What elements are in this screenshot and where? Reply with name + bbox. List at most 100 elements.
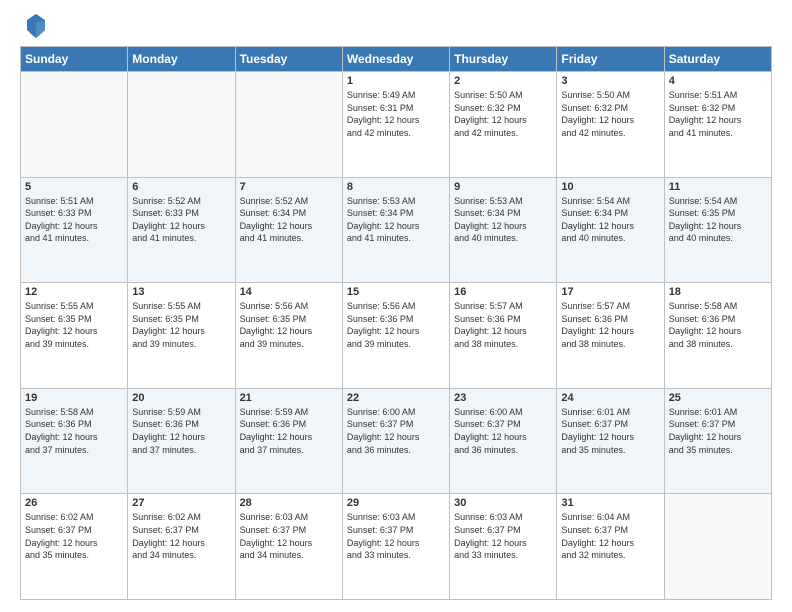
calendar-cell: 16 Sunrise: 5:57 AM Sunset: 6:36 PM Dayli… xyxy=(450,283,557,389)
day-info: Sunrise: 5:59 AM Sunset: 6:36 PM Dayligh… xyxy=(240,406,338,456)
day-number: 20 xyxy=(132,392,230,404)
day-info: Sunrise: 5:57 AM Sunset: 6:36 PM Dayligh… xyxy=(561,300,659,350)
day-info: Sunrise: 5:55 AM Sunset: 6:35 PM Dayligh… xyxy=(132,300,230,350)
day-info: Sunrise: 5:50 AM Sunset: 6:32 PM Dayligh… xyxy=(561,89,659,139)
day-info: Sunrise: 6:02 AM Sunset: 6:37 PM Dayligh… xyxy=(132,511,230,561)
day-info: Sunrise: 5:53 AM Sunset: 6:34 PM Dayligh… xyxy=(347,195,445,245)
day-info: Sunrise: 5:49 AM Sunset: 6:31 PM Dayligh… xyxy=(347,89,445,139)
day-number: 14 xyxy=(240,286,338,298)
calendar-week-4: 19Sunrise: 5:58 AM Sunset: 6:36 PM Dayli… xyxy=(21,388,772,494)
day-info: Sunrise: 6:04 AM Sunset: 6:37 PM Dayligh… xyxy=(561,511,659,561)
day-info: Sunrise: 5:56 AM Sunset: 6:35 PM Dayligh… xyxy=(240,300,338,350)
day-number: 4 xyxy=(669,75,767,87)
calendar-cell: 31 Sunrise: 6:04 AM Sunset: 6:37 PM Dayli… xyxy=(557,494,664,600)
calendar-cell: 11 Sunrise: 5:54 AM Sunset: 6:35 PM Dayli… xyxy=(664,177,771,283)
day-info: Sunrise: 6:02 AM Sunset: 6:37 PM Dayligh… xyxy=(25,511,123,561)
day-number: 24 xyxy=(561,392,659,404)
day-number: 30 xyxy=(454,497,552,509)
day-number: 23 xyxy=(454,392,552,404)
calendar-week-3: 12 Sunrise: 5:55 AM Sunset: 6:35 PM Dayli… xyxy=(21,283,772,389)
calendar-cell: 6 Sunrise: 5:52 AM Sunset: 6:33 PM Daylig… xyxy=(128,177,235,283)
calendar-cell: 17 Sunrise: 5:57 AM Sunset: 6:36 PM Dayli… xyxy=(557,283,664,389)
calendar-cell: 27Sunrise: 6:02 AM Sunset: 6:37 PM Dayli… xyxy=(128,494,235,600)
day-number: 16 xyxy=(454,286,552,298)
day-number: 28 xyxy=(240,497,338,509)
calendar-week-2: 5 Sunrise: 5:51 AM Sunset: 6:33 PM Daylig… xyxy=(21,177,772,283)
calendar-cell: 7Sunrise: 5:52 AM Sunset: 6:34 PM Daylig… xyxy=(235,177,342,283)
day-number: 31 xyxy=(561,497,659,509)
calendar-header-wednesday: Wednesday xyxy=(342,47,449,72)
calendar-cell: 23 Sunrise: 6:00 AM Sunset: 6:37 PM Dayli… xyxy=(450,388,557,494)
day-number: 18 xyxy=(669,286,767,298)
day-info: Sunrise: 6:03 AM Sunset: 6:37 PM Dayligh… xyxy=(347,511,445,561)
day-info: Sunrise: 5:52 AM Sunset: 6:34 PM Dayligh… xyxy=(240,195,338,245)
day-info: Sunrise: 6:00 AM Sunset: 6:37 PM Dayligh… xyxy=(347,406,445,456)
calendar-cell: 19Sunrise: 5:58 AM Sunset: 6:36 PM Dayli… xyxy=(21,388,128,494)
day-info: Sunrise: 5:53 AM Sunset: 6:34 PM Dayligh… xyxy=(454,195,552,245)
logo xyxy=(20,16,47,38)
calendar-cell: 8Sunrise: 5:53 AM Sunset: 6:34 PM Daylig… xyxy=(342,177,449,283)
day-info: Sunrise: 5:52 AM Sunset: 6:33 PM Dayligh… xyxy=(132,195,230,245)
day-info: Sunrise: 6:03 AM Sunset: 6:37 PM Dayligh… xyxy=(240,511,338,561)
calendar-cell: 15 Sunrise: 5:56 AM Sunset: 6:36 PM Dayli… xyxy=(342,283,449,389)
calendar-header-monday: Monday xyxy=(128,47,235,72)
calendar-cell: 5 Sunrise: 5:51 AM Sunset: 6:33 PM Daylig… xyxy=(21,177,128,283)
day-number: 26 xyxy=(25,497,123,509)
day-number: 10 xyxy=(561,181,659,193)
day-number: 15 xyxy=(347,286,445,298)
calendar-cell: 24 Sunrise: 6:01 AM Sunset: 6:37 PM Dayli… xyxy=(557,388,664,494)
day-info: Sunrise: 5:54 AM Sunset: 6:35 PM Dayligh… xyxy=(669,195,767,245)
calendar-cell: 1 Sunrise: 5:49 AM Sunset: 6:31 PM Daylig… xyxy=(342,72,449,178)
day-info: Sunrise: 6:01 AM Sunset: 6:37 PM Dayligh… xyxy=(669,406,767,456)
day-number: 13 xyxy=(132,286,230,298)
calendar-cell xyxy=(128,72,235,178)
day-number: 29 xyxy=(347,497,445,509)
day-number: 3 xyxy=(561,75,659,87)
calendar-cell: 3 Sunrise: 5:50 AM Sunset: 6:32 PM Daylig… xyxy=(557,72,664,178)
calendar-cell: 28 Sunrise: 6:03 AM Sunset: 6:37 PM Dayli… xyxy=(235,494,342,600)
calendar-cell: 25Sunrise: 6:01 AM Sunset: 6:37 PM Dayli… xyxy=(664,388,771,494)
day-info: Sunrise: 5:51 AM Sunset: 6:33 PM Dayligh… xyxy=(25,195,123,245)
calendar-cell: 21Sunrise: 5:59 AM Sunset: 6:36 PM Dayli… xyxy=(235,388,342,494)
calendar-cell: 22Sunrise: 6:00 AM Sunset: 6:37 PM Dayli… xyxy=(342,388,449,494)
day-info: Sunrise: 5:58 AM Sunset: 6:36 PM Dayligh… xyxy=(669,300,767,350)
day-number: 12 xyxy=(25,286,123,298)
calendar-cell: 14 Sunrise: 5:56 AM Sunset: 6:35 PM Dayli… xyxy=(235,283,342,389)
day-number: 6 xyxy=(132,181,230,193)
calendar-header-sunday: Sunday xyxy=(21,47,128,72)
day-number: 11 xyxy=(669,181,767,193)
calendar-cell: 10Sunrise: 5:54 AM Sunset: 6:34 PM Dayli… xyxy=(557,177,664,283)
day-info: Sunrise: 6:00 AM Sunset: 6:37 PM Dayligh… xyxy=(454,406,552,456)
calendar-cell: 9Sunrise: 5:53 AM Sunset: 6:34 PM Daylig… xyxy=(450,177,557,283)
day-info: Sunrise: 5:50 AM Sunset: 6:32 PM Dayligh… xyxy=(454,89,552,139)
calendar-header-row: SundayMondayTuesdayWednesdayThursdayFrid… xyxy=(21,47,772,72)
header xyxy=(20,16,772,38)
day-info: Sunrise: 6:01 AM Sunset: 6:37 PM Dayligh… xyxy=(561,406,659,456)
day-info: Sunrise: 5:59 AM Sunset: 6:36 PM Dayligh… xyxy=(132,406,230,456)
logo-icon xyxy=(25,12,47,38)
calendar-cell xyxy=(664,494,771,600)
day-number: 17 xyxy=(561,286,659,298)
calendar-cell: 30Sunrise: 6:03 AM Sunset: 6:37 PM Dayli… xyxy=(450,494,557,600)
calendar-cell: 4Sunrise: 5:51 AM Sunset: 6:32 PM Daylig… xyxy=(664,72,771,178)
calendar-cell xyxy=(21,72,128,178)
calendar-cell: 20 Sunrise: 5:59 AM Sunset: 6:36 PM Dayli… xyxy=(128,388,235,494)
day-info: Sunrise: 5:56 AM Sunset: 6:36 PM Dayligh… xyxy=(347,300,445,350)
calendar-cell: 2 Sunrise: 5:50 AM Sunset: 6:32 PM Daylig… xyxy=(450,72,557,178)
calendar-cell: 26 Sunrise: 6:02 AM Sunset: 6:37 PM Dayli… xyxy=(21,494,128,600)
calendar-week-5: 26 Sunrise: 6:02 AM Sunset: 6:37 PM Dayli… xyxy=(21,494,772,600)
calendar-header-tuesday: Tuesday xyxy=(235,47,342,72)
day-info: Sunrise: 5:58 AM Sunset: 6:36 PM Dayligh… xyxy=(25,406,123,456)
calendar-table: SundayMondayTuesdayWednesdayThursdayFrid… xyxy=(20,46,772,600)
day-number: 1 xyxy=(347,75,445,87)
calendar-cell: 29 Sunrise: 6:03 AM Sunset: 6:37 PM Dayli… xyxy=(342,494,449,600)
day-info: Sunrise: 5:55 AM Sunset: 6:35 PM Dayligh… xyxy=(25,300,123,350)
calendar-header-friday: Friday xyxy=(557,47,664,72)
day-number: 2 xyxy=(454,75,552,87)
calendar-cell: 13 Sunrise: 5:55 AM Sunset: 6:35 PM Dayli… xyxy=(128,283,235,389)
day-number: 5 xyxy=(25,181,123,193)
calendar-cell: 12 Sunrise: 5:55 AM Sunset: 6:35 PM Dayli… xyxy=(21,283,128,389)
page: SundayMondayTuesdayWednesdayThursdayFrid… xyxy=(0,0,792,612)
calendar-cell xyxy=(235,72,342,178)
day-info: Sunrise: 5:57 AM Sunset: 6:36 PM Dayligh… xyxy=(454,300,552,350)
